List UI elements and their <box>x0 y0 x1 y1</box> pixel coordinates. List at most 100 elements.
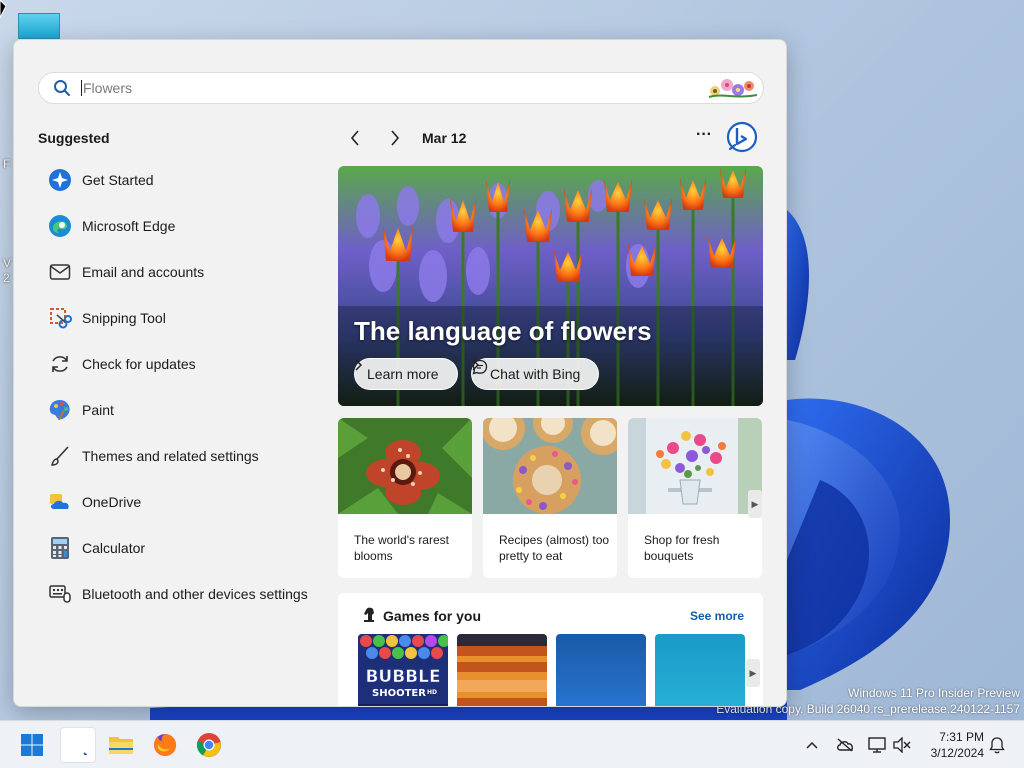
see-more-link[interactable]: See more <box>690 609 744 623</box>
bouquet-image <box>628 418 762 514</box>
bubble-shooter-thumbnail: BUBBLE SHOOTER HD <box>358 634 448 706</box>
more-options-button[interactable]: ··· <box>694 127 714 148</box>
next-day-button[interactable] <box>385 128 405 148</box>
game-tile-4[interactable] <box>655 634 745 706</box>
taskbar: 7:31 PM 3/12/2024 <box>0 720 1024 768</box>
suggested-item-label: OneDrive <box>82 494 142 510</box>
tile-caption: Shop for fresh bouquets <box>644 533 720 563</box>
brush-icon <box>47 443 73 469</box>
volume-muted-icon <box>893 737 911 753</box>
suggested-item-bluetooth-devices[interactable]: Bluetooth and other devices settings <box>38 571 328 617</box>
search-input[interactable] <box>82 80 707 96</box>
get-started-icon <box>47 167 73 193</box>
bubble-title-text: BUBBLE <box>365 667 440 687</box>
hero-title: The language of flowers <box>354 316 652 346</box>
suggested-item-label: Bluetooth and other devices settings <box>82 586 308 602</box>
flower-tarts-image <box>483 418 617 514</box>
suggested-item-microsoft-edge[interactable]: Microsoft Edge <box>38 203 328 249</box>
flowers-doodle-icon <box>708 79 758 98</box>
watermark-edition: Windows 11 Pro Insider Preview <box>848 686 1020 700</box>
show-hidden-icons-button[interactable] <box>801 734 823 756</box>
tiles-scroll-right-button[interactable]: ▶ <box>748 490 762 518</box>
start-icon <box>21 734 43 756</box>
bell-icon <box>989 737 1005 754</box>
firefox-button[interactable] <box>147 727 183 763</box>
file-explorer-button[interactable] <box>103 727 139 763</box>
game-tile-bubble-shooter[interactable]: BUBBLE SHOOTER HD <box>358 634 448 706</box>
game-tile-3[interactable] <box>556 634 646 706</box>
onedrive-icon <box>47 489 73 515</box>
tile-pretty-recipes[interactable]: Recipes (almost) too pretty to eat <box>483 418 617 578</box>
mouse-cursor-icon <box>0 0 6 18</box>
paint-icon <box>47 397 73 423</box>
taskbar-search-button[interactable] <box>60 727 96 763</box>
system-clock[interactable]: 7:31 PM 3/12/2024 <box>918 729 984 761</box>
refresh-icon <box>47 351 73 377</box>
game-tile-2[interactable] <box>457 634 547 706</box>
suggested-item-label: Email and accounts <box>82 264 205 280</box>
suggested-item-snipping-tool[interactable]: Snipping Tool <box>38 295 328 341</box>
tile-caption: The world's rarest blooms <box>354 533 449 563</box>
suggested-item-label: Snipping Tool <box>82 310 166 326</box>
games-card: Games for you See more BUBBLE SHOOTER HD <box>338 593 763 706</box>
games-scroll-right-button[interactable]: ▶ <box>746 659 760 687</box>
firefox-icon <box>154 734 177 756</box>
suggested-item-label: Microsoft Edge <box>82 218 176 234</box>
tile-caption: Recipes (almost) too pretty to eat <box>499 533 610 563</box>
chat-with-bing-label: Chat with Bing <box>490 366 581 382</box>
tile-fresh-bouquets[interactable]: Shop for fresh bouquets <box>628 418 762 578</box>
suggested-list: Get Started Microsoft Edge Email and acc… <box>38 157 328 617</box>
chevron-right-icon <box>391 130 400 146</box>
desktop-text-fragment: 2 <box>3 271 10 285</box>
chrome-icon <box>196 733 221 757</box>
suggested-item-label: Check for updates <box>82 356 196 372</box>
suggested-item-label: Get Started <box>82 172 154 188</box>
bing-chat-button[interactable] <box>726 121 758 153</box>
snipping-tool-icon <box>47 305 73 331</box>
suggested-item-paint[interactable]: Paint <box>38 387 328 433</box>
suggested-item-get-started[interactable]: Get Started <box>38 157 328 203</box>
search-panel: Suggested Get Started Microsoft Edge Ema… <box>13 39 787 707</box>
suggested-item-calculator[interactable]: Calculator <box>38 525 328 571</box>
desktop-shortcut-icon[interactable] <box>18 13 60 39</box>
suggested-item-onedrive[interactable]: OneDrive <box>38 479 328 525</box>
learn-more-button[interactable]: Learn more <box>354 358 458 390</box>
chrome-button[interactable] <box>191 727 227 763</box>
onedrive-tray-button[interactable] <box>834 734 856 756</box>
rafflesia-image <box>338 418 472 514</box>
clock-date: 3/12/2024 <box>930 746 984 760</box>
games-heading: Games for you <box>383 608 482 624</box>
desktop-text-fragment: F <box>3 157 11 171</box>
hero-card[interactable]: The language of flowers Learn more Chat … <box>338 166 763 406</box>
clock-time: 7:31 PM <box>939 730 984 744</box>
mail-icon <box>47 259 73 285</box>
bubble-subtitle-text: SHOOTER <box>372 688 426 699</box>
suggested-item-email-accounts[interactable]: Email and accounts <box>38 249 328 295</box>
start-button[interactable] <box>14 727 50 763</box>
notifications-button[interactable] <box>986 734 1008 756</box>
suggested-item-label: Themes and related settings <box>82 448 259 464</box>
chat-with-bing-button[interactable]: Chat with Bing <box>471 358 600 390</box>
previous-day-button[interactable] <box>345 128 365 148</box>
highlights-date: Mar 12 <box>422 130 467 146</box>
tile-rarest-blooms[interactable]: The world's rarest blooms <box>338 418 472 578</box>
search-box[interactable] <box>38 72 764 104</box>
bubble-badge-text: HD <box>427 689 437 696</box>
suggested-item-check-updates[interactable]: Check for updates <box>38 341 328 387</box>
game-thumbnail-striped <box>457 634 547 706</box>
bing-icon <box>726 121 758 153</box>
suggested-item-themes[interactable]: Themes and related settings <box>38 433 328 479</box>
network-tray-button[interactable] <box>866 734 888 756</box>
calculator-icon <box>47 535 73 561</box>
suggested-item-label: Calculator <box>82 540 146 556</box>
chess-knight-icon <box>360 606 378 629</box>
devices-icon <box>47 581 73 607</box>
search-icon <box>53 79 79 97</box>
edge-icon <box>47 213 73 239</box>
learn-more-label: Learn more <box>367 366 439 382</box>
search-icon <box>83 752 88 755</box>
desktop-text-fragment: V <box>3 256 12 270</box>
suggested-heading: Suggested <box>38 130 110 146</box>
network-monitor-icon <box>868 737 886 753</box>
volume-tray-button[interactable] <box>891 734 913 756</box>
